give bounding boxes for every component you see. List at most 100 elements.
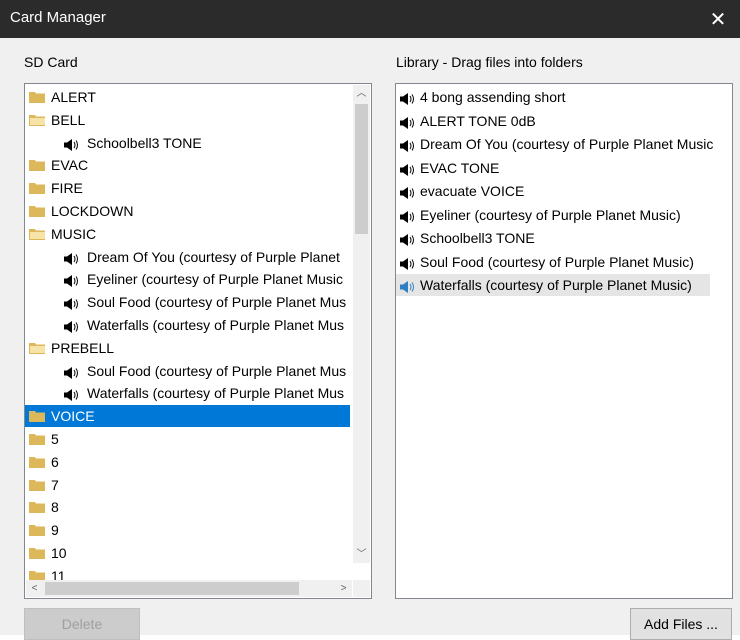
library-file-item[interactable]: Schoolbell3 TONE <box>396 227 730 249</box>
folder-icon <box>29 182 46 195</box>
speaker-icon <box>399 255 419 270</box>
speaker-icon <box>399 278 419 293</box>
library-item-label: evacuate VOICE <box>420 183 525 199</box>
tree-item-label: 7 <box>51 476 59 493</box>
tree-file-item[interactable]: Waterfalls (courtesy of Purple Planet Mu… <box>25 382 350 404</box>
library-file-item[interactable]: ALERT TONE 0dB <box>396 110 730 132</box>
tree-file-item[interactable]: Waterfalls (courtesy of Purple Planet Mu… <box>25 314 350 336</box>
library-file-item[interactable]: evacuate VOICE <box>396 180 730 202</box>
tree-file-item[interactable]: Soul Food (courtesy of Purple Planet Mus <box>25 291 350 313</box>
speaker-icon <box>399 208 419 223</box>
tree-folder-item[interactable]: 8 <box>25 496 350 518</box>
sd-card-tree[interactable]: ALERT BELL Schoolbell3 TONE EVAC FIRE LOCKDOW… <box>24 83 372 599</box>
library-list[interactable]: 4 bong assending short ALERT TONE 0dB Drea… <box>395 83 733 599</box>
tree-item-label: Waterfalls (courtesy of Purple Planet Mu… <box>87 317 345 333</box>
tree-folder-item[interactable]: VOICE <box>25 405 350 428</box>
folder-icon <box>29 479 46 492</box>
close-icon[interactable]: ✕ <box>696 0 740 38</box>
sd-horizontal-scroll-thumb[interactable] <box>45 582 299 595</box>
tree-folder-item[interactable]: 7 <box>25 474 350 496</box>
sd-vertical-scrollbar[interactable]: ︿ ﹀ <box>353 85 370 563</box>
tree-file-item[interactable]: Eyeliner (courtesy of Purple Planet Musi… <box>25 268 350 290</box>
tree-item-label: 10 <box>51 545 67 561</box>
speaker-icon <box>63 318 83 333</box>
library-item-label: Soul Food (courtesy of Purple Planet Mus… <box>420 253 694 270</box>
sd-vertical-scroll-thumb[interactable] <box>355 104 368 234</box>
tree-item-label: 9 <box>51 522 59 539</box>
library-file-item[interactable]: Waterfalls (courtesy of Purple Planet Mu… <box>396 274 710 296</box>
folder-open-icon <box>29 228 46 241</box>
folder-open-icon <box>29 342 46 355</box>
library-item-label: 4 bong assending short <box>420 89 566 105</box>
speaker-icon <box>399 90 419 105</box>
tree-item-label: Soul Food (courtesy of Purple Planet Mus <box>87 362 347 379</box>
tree-folder-item[interactable]: MUSIC <box>25 223 350 245</box>
speaker-icon <box>63 295 83 311</box>
tree-item-label: PREBELL <box>51 339 115 356</box>
speaker-icon <box>399 184 419 199</box>
library-file-item[interactable]: EVAC TONE <box>396 157 730 179</box>
library-item-label: Schoolbell3 TONE <box>420 230 535 246</box>
folder-icon <box>29 205 46 218</box>
folder-icon <box>29 91 46 104</box>
tree-folder-item[interactable]: 10 <box>25 542 350 564</box>
speaker-icon <box>399 114 419 129</box>
tree-folder-item[interactable]: 9 <box>25 519 350 541</box>
tree-item-label: 5 <box>51 431 59 447</box>
folder-icon <box>29 524 46 537</box>
tree-folder-item[interactable]: ALERT <box>25 86 350 108</box>
tree-folder-item[interactable]: 6 <box>25 451 350 473</box>
tree-item-label: LOCKDOWN <box>51 203 134 219</box>
folder-icon <box>29 456 46 469</box>
speaker-icon <box>63 136 83 151</box>
folder-icon <box>29 547 46 560</box>
library-item-label: EVAC TONE <box>420 159 500 176</box>
speaker-icon <box>399 137 419 152</box>
speaker-icon <box>399 161 419 176</box>
tree-item-label: Eyeliner (courtesy of Purple Planet Musi… <box>87 271 343 288</box>
add-files-button[interactable]: Add Files ... <box>630 608 732 640</box>
folder-icon <box>29 159 46 172</box>
library-file-item[interactable]: Dream Of You (courtesy of Purple Planet … <box>396 133 730 155</box>
scroll-right-icon[interactable]: > <box>335 580 352 597</box>
tree-item-label: BELL <box>51 111 86 128</box>
speaker-icon <box>63 364 83 379</box>
tree-file-item[interactable]: Schoolbell3 TONE <box>25 132 350 154</box>
tree-folder-item[interactable]: FIRE <box>25 177 350 199</box>
tree-item-label: EVAC <box>51 157 89 174</box>
scroll-down-icon[interactable]: ﹀ <box>353 546 370 563</box>
library-label: Library - Drag files into folders <box>396 54 583 70</box>
tree-item-label: Dream Of You (courtesy of Purple Planet <box>87 248 340 265</box>
title-bar: Card Manager ✕ <box>0 0 740 38</box>
scroll-corner <box>353 580 370 597</box>
tree-item-label: FIRE <box>51 180 83 197</box>
window-title: Card Manager <box>10 9 106 26</box>
tree-file-item[interactable]: Soul Food (courtesy of Purple Planet Mus <box>25 360 350 382</box>
tree-item-label: 8 <box>51 499 59 516</box>
speaker-icon <box>399 231 419 246</box>
dialog-body: SD Card Library - Drag files into folder… <box>0 38 740 640</box>
library-file-item[interactable]: Eyeliner (courtesy of Purple Planet Musi… <box>396 204 730 226</box>
tree-folder-item[interactable]: PREBELL <box>25 337 350 359</box>
tree-folder-item[interactable]: BELL <box>25 109 350 131</box>
tree-item-label: MUSIC <box>51 225 97 242</box>
tree-folder-item[interactable]: LOCKDOWN <box>25 200 350 222</box>
library-item-label: Eyeliner (courtesy of Purple Planet Musi… <box>420 206 681 223</box>
tree-folder-item[interactable]: EVAC <box>25 154 350 176</box>
library-file-item[interactable]: 4 bong assending short <box>396 86 730 108</box>
delete-button[interactable]: Delete <box>24 608 140 640</box>
folder-open-icon <box>29 114 46 127</box>
library-item-label: ALERT TONE 0dB <box>420 112 536 129</box>
tree-item-label: 6 <box>51 453 59 470</box>
tree-folder-item[interactable]: 5 <box>25 428 350 450</box>
tree-item-label: VOICE <box>51 408 95 425</box>
tree-item-label: ALERT <box>51 89 96 105</box>
tree-file-item[interactable]: Dream Of You (courtesy of Purple Planet <box>25 246 350 268</box>
speaker-icon <box>63 272 83 288</box>
scroll-left-icon[interactable]: < <box>26 580 43 597</box>
folder-icon <box>29 410 46 423</box>
library-item-label: Waterfalls (courtesy of Purple Planet Mu… <box>420 277 692 293</box>
sd-horizontal-scrollbar[interactable]: < > <box>26 580 352 597</box>
scroll-up-icon[interactable]: ︿ <box>353 85 370 102</box>
library-file-item[interactable]: Soul Food (courtesy of Purple Planet Mus… <box>396 251 730 273</box>
